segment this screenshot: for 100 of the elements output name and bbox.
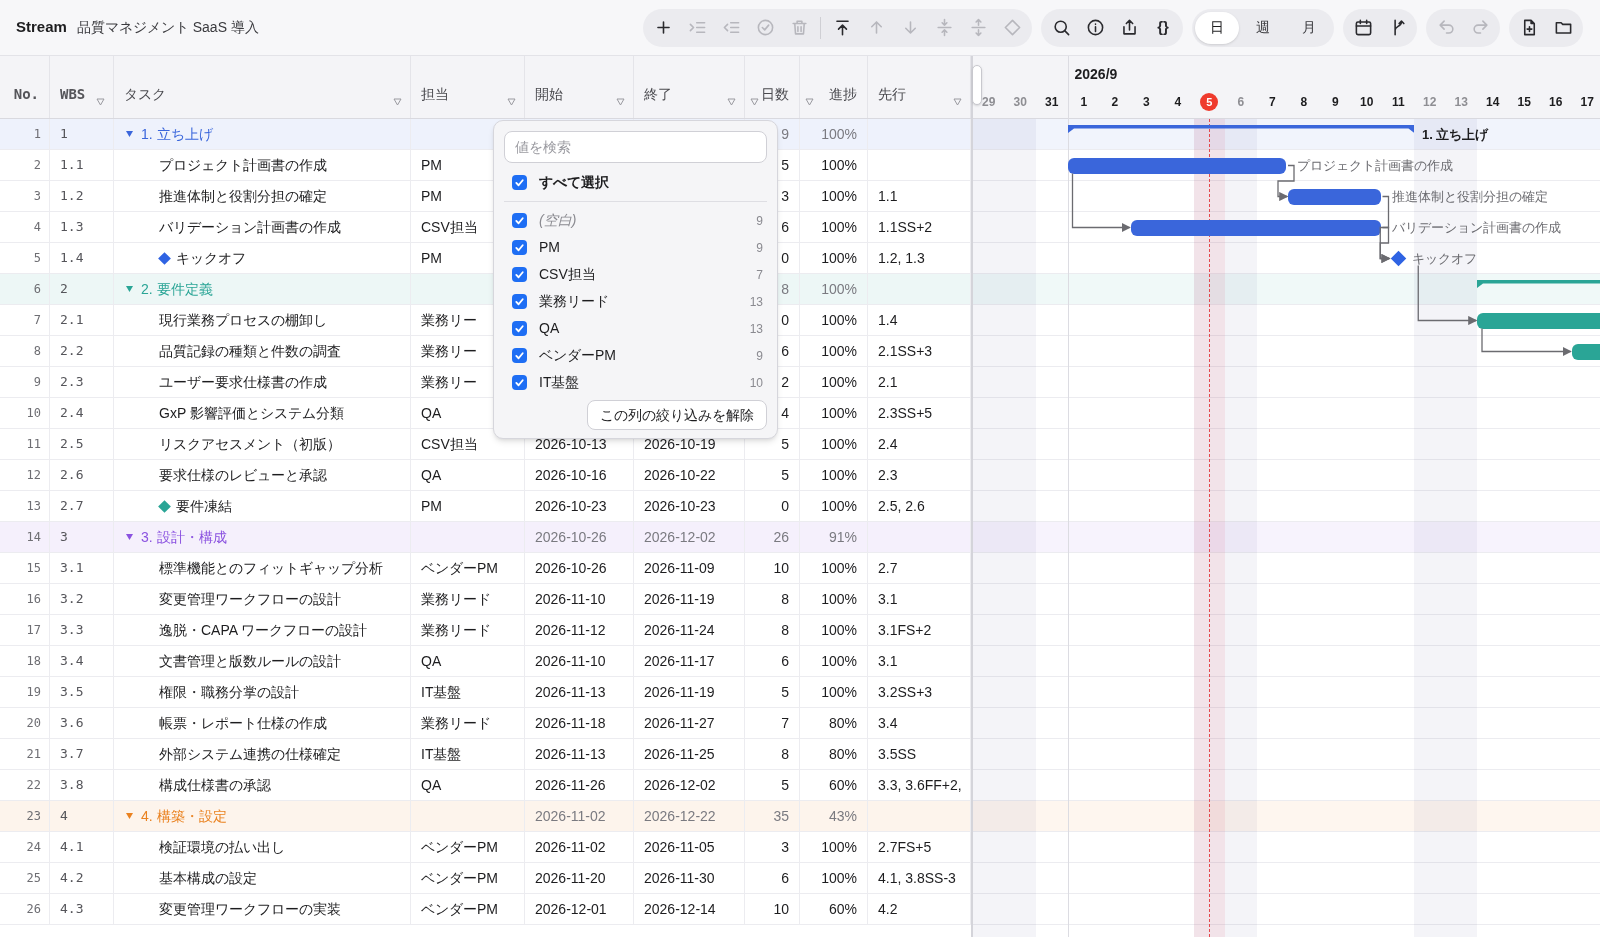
caret-icon[interactable]	[126, 131, 133, 137]
table-cell: 3.8	[50, 770, 114, 800]
option-label: IT基盤	[539, 373, 580, 392]
table-cell: PM	[411, 491, 525, 521]
table-cell: 60%	[800, 894, 868, 924]
table-cell: 2.4	[50, 398, 114, 428]
checkmark-icon	[514, 269, 525, 280]
view-tab[interactable]: 日	[1195, 11, 1239, 44]
table-cell: 2	[50, 274, 114, 304]
checkbox[interactable]	[512, 348, 527, 363]
search-icon	[1051, 18, 1071, 37]
day-label: 31	[1045, 94, 1059, 111]
option-count: 13	[749, 320, 763, 338]
day-label: 14	[1486, 94, 1500, 111]
clear-filter-button[interactable]: この列の絞り込みを解除	[587, 400, 767, 430]
day-label: 8	[1300, 94, 1308, 111]
task-bar[interactable]	[1130, 219, 1381, 236]
checkmark-icon	[514, 177, 525, 188]
table-cell: 13	[0, 491, 50, 521]
filter-icon[interactable]	[953, 98, 962, 106]
table-cell: 2026-11-19	[634, 584, 745, 614]
filter-icon[interactable]	[805, 98, 814, 106]
checkbox[interactable]	[512, 213, 527, 228]
table-cell: 80%	[800, 739, 868, 769]
day-label: 10	[1360, 94, 1374, 111]
table-cell: 100%	[800, 584, 868, 614]
table-cell: 5	[0, 243, 50, 273]
filter-icon[interactable]	[750, 98, 759, 106]
option-label: 業務リード	[539, 292, 609, 311]
task-name: ユーザー要求仕様書の作成	[159, 372, 327, 392]
table-cell: 100%	[800, 119, 868, 149]
table-cell: 2.6	[50, 460, 114, 490]
task-bar[interactable]	[1288, 188, 1381, 205]
column-header[interactable]: WBS	[50, 56, 114, 118]
caret-icon[interactable]	[126, 286, 133, 292]
task-name: 1. 立ち上げ	[141, 124, 213, 144]
table-cell: 2026-10-16	[525, 460, 634, 490]
filter-icon[interactable]	[727, 98, 736, 106]
table-cell: 業務リード	[411, 615, 525, 645]
table-cell: 91%	[800, 522, 868, 552]
table-cell: 2026-10-23	[634, 491, 745, 521]
column-header[interactable]: 日数	[745, 56, 800, 118]
day-label: 15	[1517, 94, 1531, 111]
search-field[interactable]: 値を検索	[504, 131, 767, 163]
table-cell: 2026-11-18	[525, 708, 634, 738]
table-cell: IT基盤	[411, 677, 525, 707]
dependency-arrow	[1277, 164, 1295, 202]
table-cell: 25	[0, 863, 50, 893]
table-cell: 8	[0, 336, 50, 366]
task-name: キックオフ	[176, 248, 246, 268]
day-label: 7	[1268, 94, 1276, 111]
checkbox[interactable]	[512, 240, 527, 255]
column-header[interactable]: タスク	[114, 56, 411, 118]
filter-icon[interactable]	[616, 98, 625, 106]
task-name: 推進体制と役割分担の確定	[159, 186, 327, 206]
task-name: 変更管理ワークフローの実装	[159, 899, 341, 919]
toolbar-button[interactable]: {}	[1146, 11, 1180, 44]
column-header[interactable]: 担当	[411, 56, 525, 118]
column-header[interactable]: No.	[0, 56, 50, 118]
option-label: ベンダーPM	[539, 346, 616, 365]
table-cell: 2026-11-12	[525, 615, 634, 645]
task-name: 標準機能とのフィットギャップ分析	[159, 558, 383, 578]
table-cell: 2026-11-26	[525, 770, 634, 800]
task-name: 要件凍結	[176, 496, 232, 516]
checkbox[interactable]	[512, 375, 527, 390]
column-header[interactable]: 開始	[525, 56, 634, 118]
checkbox[interactable]	[512, 294, 527, 309]
table-cell: 2026-11-19	[634, 677, 745, 707]
checkbox[interactable]	[512, 321, 527, 336]
checkbox[interactable]	[512, 175, 527, 190]
table-cell: 0	[745, 491, 800, 521]
splitter-handle[interactable]	[972, 65, 982, 105]
view-tab[interactable]: 週	[1241, 11, 1285, 44]
table-cell: 3.7	[50, 739, 114, 769]
task-bar[interactable]	[1067, 157, 1286, 174]
table-cell: 10	[745, 894, 800, 924]
table-cell: 100%	[800, 429, 868, 459]
caret-icon[interactable]	[126, 813, 133, 819]
summary-bar[interactable]	[1067, 125, 1414, 133]
table-cell: 100%	[800, 305, 868, 335]
today-marker: 5	[1200, 93, 1219, 111]
day-label: 17	[1580, 94, 1594, 111]
month-label: 2026/9	[1074, 65, 1118, 84]
table-cell: 2026-12-22	[634, 801, 745, 831]
table-cell: 7	[745, 708, 800, 738]
column-header[interactable]: 進捗	[800, 56, 868, 118]
checkbox[interactable]	[512, 267, 527, 282]
table-cell: 6	[745, 646, 800, 676]
filter-icon[interactable]	[507, 98, 516, 106]
caret-icon[interactable]	[126, 534, 133, 540]
filter-icon[interactable]	[393, 98, 402, 106]
table-cell: 8	[745, 615, 800, 645]
column-header[interactable]: 終了	[634, 56, 745, 118]
filter-icon[interactable]	[96, 98, 105, 106]
day-label: 12	[1423, 94, 1437, 111]
table-cell: 100%	[800, 150, 868, 180]
table-cell: 1.4	[50, 243, 114, 273]
view-tab[interactable]: 月	[1287, 11, 1331, 44]
day-label: 11	[1391, 94, 1405, 111]
table-cell: 35	[745, 801, 800, 831]
